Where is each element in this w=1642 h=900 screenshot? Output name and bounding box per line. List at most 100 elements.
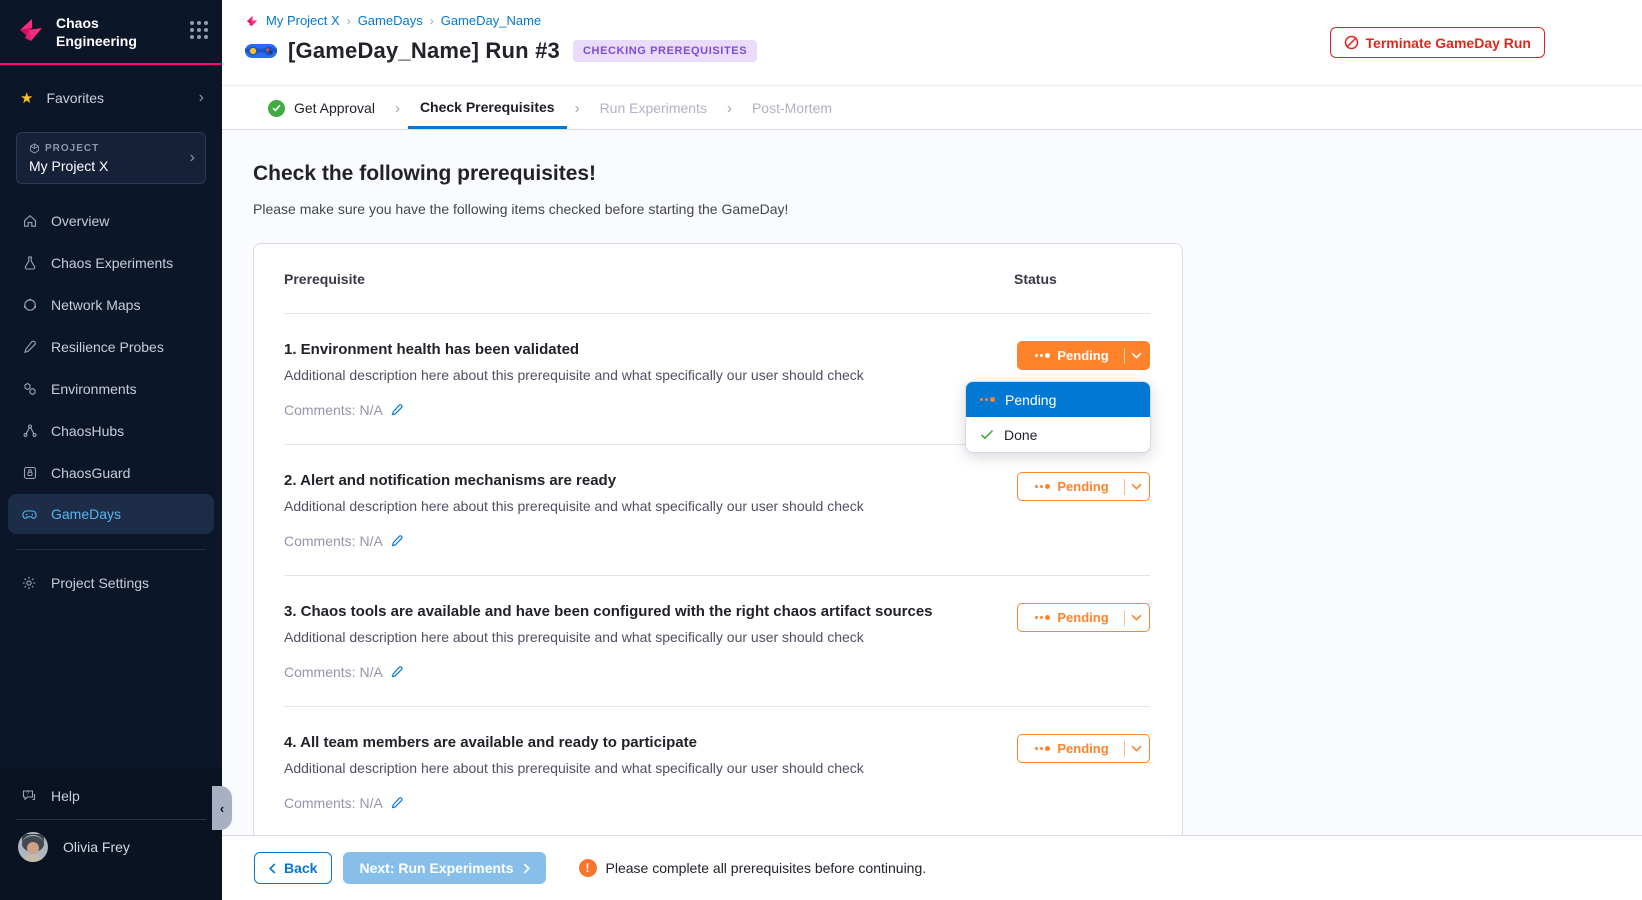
pending-dots-icon bbox=[1035, 353, 1050, 358]
back-button[interactable]: Back bbox=[254, 852, 332, 884]
brand: Chaos Engineering bbox=[0, 0, 222, 50]
prereq-description: Additional description here about this p… bbox=[284, 760, 955, 776]
sidebar-collapse-handle[interactable]: ‹ bbox=[212, 786, 232, 830]
status-dropdown-button[interactable]: Pending bbox=[1017, 734, 1150, 763]
status-dropdown-menu: Pending Done bbox=[965, 381, 1151, 453]
sidebar-item-help[interactable]: ? Help bbox=[0, 775, 222, 817]
terminate-label: Terminate GameDay Run bbox=[1366, 35, 1531, 51]
sidebar-item-project-settings[interactable]: Project Settings bbox=[0, 565, 222, 601]
chevron-left-icon bbox=[269, 863, 276, 874]
breadcrumb-link-gamedays[interactable]: GameDays bbox=[358, 13, 423, 28]
table-row: 2. Alert and notification mechanisms are… bbox=[284, 445, 1150, 576]
status-label: Pending bbox=[1057, 348, 1108, 363]
favorites-label: Favorites bbox=[46, 90, 198, 106]
footer-warning: ! Please complete all prerequisites befo… bbox=[579, 859, 927, 877]
terminate-gameday-button[interactable]: Terminate GameDay Run bbox=[1330, 27, 1545, 58]
step-label: Check Prerequisites bbox=[420, 99, 555, 115]
pending-dots-icon bbox=[1035, 746, 1050, 751]
user-menu[interactable]: Olivia Frey bbox=[0, 820, 222, 862]
edit-comment-icon[interactable] bbox=[390, 403, 404, 417]
sidebar-item-resilience-probes[interactable]: Resilience Probes bbox=[0, 326, 222, 368]
sidebar-item-environments[interactable]: Environments bbox=[0, 368, 222, 410]
environments-icon bbox=[21, 381, 38, 398]
content-subheading: Please make sure you have the following … bbox=[253, 201, 1642, 217]
sidebar-item-chaos-experiments[interactable]: Chaos Experiments bbox=[0, 242, 222, 284]
chevron-down-icon bbox=[1131, 745, 1142, 752]
prereq-title: 4. All team members are available and re… bbox=[284, 734, 955, 751]
table-row: 3. Chaos tools are available and have be… bbox=[284, 576, 1150, 707]
status-label: Pending bbox=[1057, 479, 1108, 494]
sidebar-item-favorites[interactable]: ★ Favorites › bbox=[0, 86, 222, 110]
pending-dots-icon bbox=[1035, 484, 1050, 489]
chevron-right-icon: › bbox=[567, 87, 588, 129]
prereq-description: Additional description here about this p… bbox=[284, 367, 955, 383]
step-get-approval[interactable]: Get Approval bbox=[256, 87, 387, 129]
probe-icon bbox=[21, 339, 38, 356]
chevron-right-icon: › bbox=[387, 87, 408, 129]
prereq-description: Additional description here about this p… bbox=[284, 498, 955, 514]
help-label: Help bbox=[51, 788, 80, 804]
next-run-experiments-button[interactable]: Next: Run Experiments bbox=[343, 852, 545, 884]
edit-comment-icon[interactable] bbox=[390, 534, 404, 548]
step-run-experiments[interactable]: Run Experiments bbox=[588, 87, 719, 129]
footer-bar: Back Next: Run Experiments ! Please comp… bbox=[222, 835, 1642, 900]
step-label: Get Approval bbox=[294, 100, 375, 116]
table-header: Prerequisite Status bbox=[284, 244, 1150, 314]
sidebar-item-label: ChaosHubs bbox=[51, 423, 124, 439]
table-row: 1. Environment health has been validated… bbox=[284, 314, 1150, 445]
brand-accent-rule bbox=[0, 63, 222, 65]
gamepad-icon bbox=[21, 506, 38, 523]
prerequisites-card: Prerequisite Status 1. Environment healt… bbox=[253, 243, 1183, 835]
sidebar-item-label: Network Maps bbox=[51, 297, 140, 313]
lock-icon bbox=[21, 465, 38, 482]
prohibited-icon bbox=[1344, 35, 1359, 50]
main-content: Check the following prerequisites! Pleas… bbox=[222, 131, 1642, 835]
step-check-prerequisites[interactable]: Check Prerequisites bbox=[408, 87, 567, 129]
sidebar-item-overview[interactable]: Overview bbox=[0, 200, 222, 242]
sidebar-item-network-maps[interactable]: Network Maps bbox=[0, 284, 222, 326]
menu-option-done[interactable]: Done bbox=[966, 417, 1150, 452]
edit-comment-icon[interactable] bbox=[390, 796, 404, 810]
pending-dots-icon bbox=[1035, 615, 1050, 620]
sidebar-bottom: ? Help Olivia Frey bbox=[0, 767, 222, 900]
sidebar-item-chaosguard[interactable]: ChaosGuard bbox=[0, 452, 222, 494]
column-header-prerequisite: Prerequisite bbox=[284, 271, 985, 287]
sidebar-item-label: Resilience Probes bbox=[51, 339, 164, 355]
sidebar-item-label: Overview bbox=[51, 213, 109, 229]
check-circle-icon bbox=[268, 100, 285, 117]
svg-text:?: ? bbox=[26, 792, 29, 798]
status-label: Pending bbox=[1057, 610, 1108, 625]
status-dropdown-button[interactable]: Pending bbox=[1017, 341, 1150, 370]
warning-icon: ! bbox=[579, 859, 597, 877]
breadcrumb-link-project[interactable]: My Project X bbox=[266, 13, 340, 28]
project-name: My Project X bbox=[29, 158, 190, 174]
status-dropdown-button[interactable]: Pending bbox=[1017, 603, 1150, 632]
comments-value: Comments: N/A bbox=[284, 402, 383, 418]
option-label: Done bbox=[1004, 427, 1037, 443]
breadcrumb-link-gameday-name[interactable]: GameDay_Name bbox=[441, 13, 541, 28]
step-post-mortem[interactable]: Post-Mortem bbox=[740, 87, 844, 129]
run-stepper: Get Approval › Check Prerequisites › Run… bbox=[222, 87, 1642, 130]
sidebar-item-chaoshubs[interactable]: ChaosHubs bbox=[0, 410, 222, 452]
avatar bbox=[18, 832, 48, 862]
app-switcher-icon[interactable] bbox=[190, 21, 208, 39]
sidebar-nav: Overview Chaos Experiments Network Maps … bbox=[0, 200, 222, 534]
chevron-right-icon: › bbox=[430, 14, 434, 28]
chaos-logo-icon bbox=[16, 15, 46, 45]
flask-icon bbox=[21, 255, 38, 272]
page-title: [GameDay_Name] Run #3 bbox=[288, 38, 560, 64]
prereq-description: Additional description here about this p… bbox=[284, 629, 955, 645]
chevron-left-icon: ‹ bbox=[220, 801, 224, 816]
edit-comment-icon[interactable] bbox=[390, 665, 404, 679]
status-badge: CHECKING PREREQUISITES bbox=[573, 40, 757, 62]
star-icon: ★ bbox=[20, 91, 33, 106]
comments-value: Comments: N/A bbox=[284, 664, 383, 680]
chevron-down-icon bbox=[1131, 352, 1142, 359]
breadcrumb: My Project X › GameDays › GameDay_Name bbox=[222, 0, 1642, 28]
chaos-logo-mini-icon bbox=[245, 14, 259, 28]
status-dropdown-button[interactable]: Pending bbox=[1017, 472, 1150, 501]
sidebar-item-gamedays[interactable]: GameDays bbox=[8, 494, 214, 534]
check-icon bbox=[980, 429, 994, 440]
menu-option-pending[interactable]: Pending bbox=[966, 382, 1150, 417]
project-selector[interactable]: PROJECT My Project X › bbox=[16, 132, 206, 184]
